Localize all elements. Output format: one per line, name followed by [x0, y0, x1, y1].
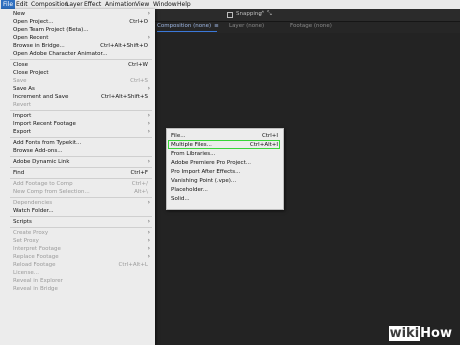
- menu-item-label: Export: [13, 129, 32, 135]
- menu-item-label: Adobe Premiere Pro Project...: [171, 160, 251, 166]
- menu-item-label: File...: [171, 133, 186, 139]
- menu-item-shortcut: Ctrl+W: [128, 62, 148, 68]
- menu-item-label: Create Proxy: [13, 230, 49, 236]
- menu-item-shortcut: Ctrl+I: [261, 133, 278, 139]
- menu-item-label: Open Team Project (Beta)...: [13, 27, 89, 33]
- active-tab-indicator: [157, 31, 217, 32]
- chevron-right-icon: ›: [147, 34, 150, 41]
- menu-separator: [10, 156, 152, 157]
- menu-item-label: Watch Folder...: [13, 208, 54, 214]
- menu-item-label: Find: [13, 170, 25, 176]
- snapping-checkbox[interactable]: [227, 12, 233, 18]
- menu-item-shortcut: Ctrl+Alt+L: [118, 262, 148, 268]
- snap-options-icon[interactable]: ⤡: [267, 10, 272, 18]
- chevron-right-icon: ›: [147, 218, 150, 225]
- menu-item-label: Reveal in Bridge: [13, 286, 58, 292]
- tab-composition-label: Composition (none): [157, 23, 212, 29]
- menu-separator: [10, 59, 152, 60]
- menu-separator: [10, 137, 152, 138]
- menu-item-shortcut: Ctrl+/: [131, 181, 148, 187]
- menu-help[interactable]: Help: [175, 0, 193, 9]
- menu-file[interactable]: File: [1, 0, 16, 9]
- menu-item-label: Adobe Dynamic Link: [13, 159, 70, 165]
- menu-item-label: Interpret Footage: [13, 246, 61, 252]
- menu-item-label: Open Recent: [13, 35, 49, 41]
- menu-edit[interactable]: Edit: [14, 0, 30, 9]
- menu-separator: [10, 110, 152, 111]
- chevron-right-icon: ›: [147, 253, 150, 260]
- menu-item-label: Browse in Bridge...: [13, 43, 65, 49]
- menu-item-shortcut: Ctrl+Alt+Shift+O: [100, 43, 148, 49]
- menu-item-label: Open Adobe Character Animator...: [13, 51, 108, 57]
- watermark-how: How: [420, 326, 452, 341]
- menu-item-shortcut: Ctrl+S: [130, 78, 148, 84]
- chevron-right-icon: ›: [147, 237, 150, 244]
- menu-item-shortcut: Alt+\: [134, 189, 148, 195]
- menu-item-label: New Comp from Selection...: [13, 189, 90, 195]
- menu-view[interactable]: View: [133, 0, 151, 9]
- menu-item-label: Scripts: [13, 219, 32, 225]
- menu-item-label: Solid...: [171, 196, 190, 202]
- menu-item-shortcut: Ctrl+Alt+I: [249, 142, 278, 148]
- chevron-right-icon: ›: [147, 112, 150, 119]
- menu-item-label: Save As: [13, 86, 35, 92]
- menu-item-label: Import: [13, 113, 32, 119]
- import-submenu: File... Ctrl+I Multiple Files... Ctrl+Alt+I…: [166, 128, 284, 210]
- menu-item-label: Vanishing Point (.vpe)...: [171, 178, 237, 184]
- menu-item-label: Reveal in Explorer: [13, 278, 63, 284]
- menu-item-label: Import Recent Footage: [13, 121, 76, 127]
- menu-item-label: From Libraries...: [171, 151, 216, 157]
- chevron-right-icon: ›: [147, 158, 150, 165]
- menu-item-label: New: [13, 11, 25, 17]
- tab-footage[interactable]: Footage (none): [290, 23, 332, 29]
- menu-item-label: Multiple Files...: [171, 142, 212, 148]
- menu-item-label: Replace Footage: [13, 254, 59, 260]
- menu-item-label: Dependencies: [13, 200, 53, 206]
- chevron-right-icon: ›: [147, 128, 150, 135]
- menu-item-shortcut: Ctrl+F: [130, 170, 148, 176]
- menu-separator: [10, 167, 152, 168]
- tab-layer[interactable]: Layer (none): [229, 23, 264, 29]
- chevron-right-icon: ›: [147, 229, 150, 236]
- menu-item-label: Increment and Save: [13, 94, 69, 100]
- watermark-wiki: wiki: [388, 326, 421, 341]
- menu-item-shortcut: Ctrl+O: [129, 19, 148, 25]
- menu-separator: [10, 178, 152, 179]
- menu-separator: [10, 216, 152, 217]
- menu-item-label: Revert: [13, 102, 32, 108]
- chevron-right-icon: ›: [147, 10, 150, 17]
- menu-item-shortcut: Ctrl+Alt+Shift+S: [100, 94, 148, 100]
- snapping-label: Snapping: [236, 11, 262, 17]
- menu-item-label: Save: [13, 78, 27, 84]
- wikihow-watermark: wikiHow: [388, 326, 452, 341]
- menu-item-label: Browse Add-ons...: [13, 148, 63, 154]
- menu-item-label: Set Proxy: [13, 238, 39, 244]
- tab-composition[interactable]: Composition (none) ≡: [157, 23, 219, 29]
- menu-effect[interactable]: Effect: [82, 0, 103, 9]
- menu-item-label: Add Fonts from Typekit...: [13, 140, 82, 146]
- file-menu: New › Open Project... Ctrl+O Open Team Proje…: [0, 9, 155, 345]
- menu-item-label: License...: [13, 270, 39, 276]
- menu-item-label: Placeholder...: [171, 187, 208, 193]
- chevron-right-icon: ›: [147, 245, 150, 252]
- chevron-right-icon: ›: [147, 85, 150, 92]
- menu-item-label: Close Project: [13, 70, 49, 76]
- menu-item-label: Open Project...: [13, 19, 54, 25]
- menu-separator: [10, 227, 152, 228]
- hamburger-menu-icon[interactable]: ≡: [214, 23, 219, 29]
- menu-item-label: Close: [13, 62, 28, 68]
- snap-magnet-icon[interactable]: ⤢: [259, 10, 264, 18]
- chevron-right-icon: ›: [147, 199, 150, 206]
- menu-item-label: Reload Footage: [13, 262, 56, 268]
- chevron-right-icon: ›: [147, 120, 150, 127]
- menu-item-label: Pro Import After Effects...: [171, 169, 241, 175]
- menu-item-label: Add Footage to Comp: [13, 181, 73, 187]
- toolbar: Snapping ⤢ ⤡: [155, 9, 460, 22]
- menu-separator: [10, 197, 152, 198]
